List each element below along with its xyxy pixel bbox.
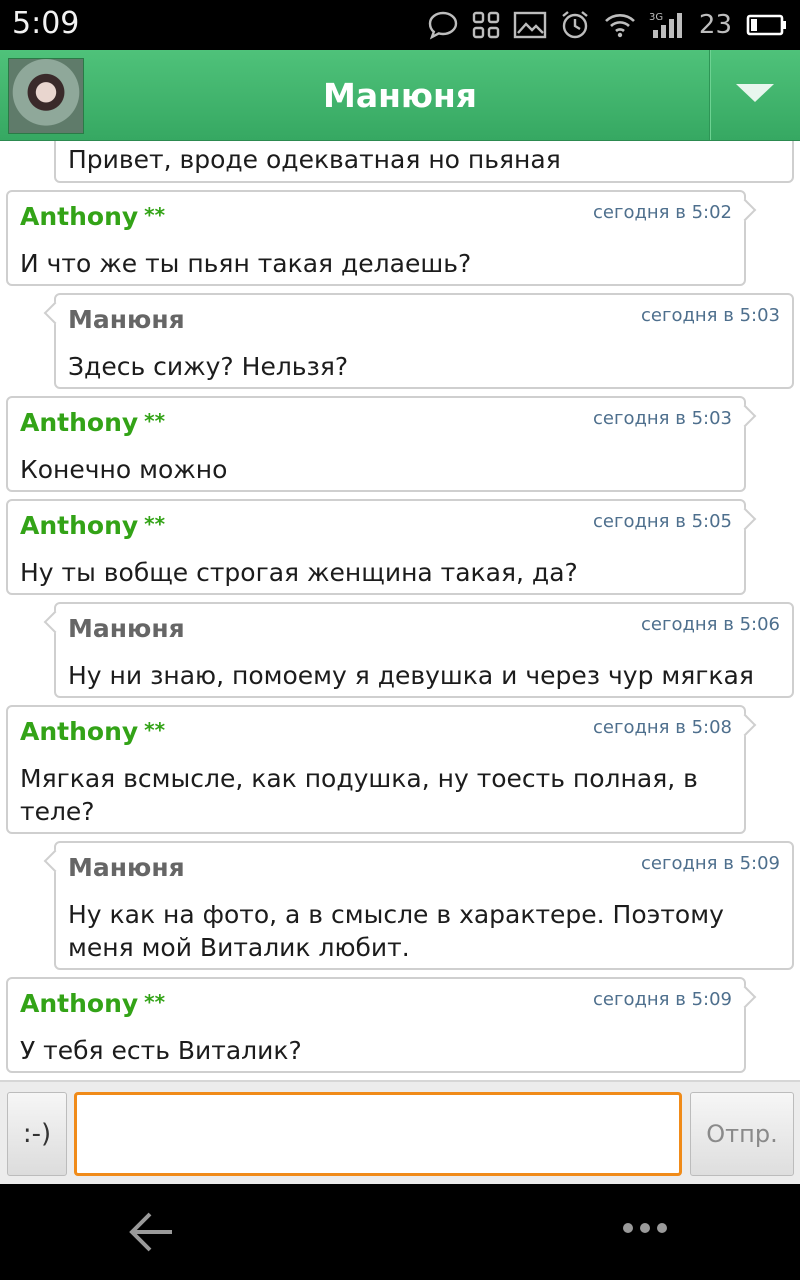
- bubble-tail: [43, 849, 67, 873]
- battery-percent: 23: [698, 10, 732, 40]
- send-button[interactable]: Отпр.: [690, 1092, 794, 1176]
- alarm-icon: [559, 9, 591, 41]
- chat-header: Манюня: [0, 50, 800, 141]
- message-text: Ну ни знаю, помоему я девушка и через чу…: [68, 661, 754, 690]
- message-text: Мягкая всмысле, как подушка, ну тоесть п…: [20, 764, 698, 826]
- bubble-tail: [733, 985, 757, 1009]
- message-input[interactable]: [74, 1092, 682, 1176]
- message-list[interactable]: Привет, вроде одекватная но пьяная Antho…: [0, 141, 800, 1081]
- wifi-icon: [603, 11, 637, 39]
- sender-name: Anthony **: [20, 511, 166, 540]
- sender-name: Манюня: [68, 614, 185, 643]
- message-text: У тебя есть Виталик?: [20, 1036, 302, 1065]
- bubble-tail: [43, 610, 67, 634]
- smiley-button[interactable]: :-): [7, 1092, 67, 1176]
- message-text: И что же ты пьян такая делаешь?: [20, 249, 472, 278]
- message-bubble: Anthony ** сегодня в 5:02 И что же ты пья…: [6, 190, 757, 286]
- message-text: Ну как на фото, а в смысле в характере. …: [68, 900, 724, 962]
- navigation-bar: [0, 1184, 800, 1280]
- message-compose-bar: :-) Отпр.: [0, 1080, 800, 1186]
- message-bubble: Привет, вроде одекватная но пьяная: [54, 141, 794, 183]
- message-bubble: Манюня сегодня в 5:09 Ну как на фото, а …: [43, 841, 794, 970]
- back-arrow-icon[interactable]: [126, 1208, 178, 1260]
- sender-name: Anthony **: [20, 408, 166, 437]
- sender-name: Манюня: [68, 305, 185, 334]
- message-bubble: Манюня сегодня в 5:06 Ну ни знаю, помоем…: [43, 602, 794, 698]
- more-dots-icon[interactable]: [620, 1220, 670, 1240]
- message-bubble: Манюня сегодня в 5:03 Здесь сижу? Нельзя…: [43, 293, 794, 389]
- bubble-tail: [733, 198, 757, 222]
- sender-name: Anthony **: [20, 717, 166, 746]
- bubble-tail: [733, 404, 757, 428]
- message-text: Здесь сижу? Нельзя?: [68, 352, 349, 381]
- sender-name: Anthony **: [20, 989, 166, 1018]
- message-time: сегодня в 5:03: [593, 408, 732, 429]
- sender-badge: **: [144, 409, 166, 433]
- grid-icon: [471, 10, 501, 40]
- message-text: Конечно можно: [20, 455, 228, 484]
- sender-badge: **: [144, 718, 166, 742]
- sender-badge: **: [144, 512, 166, 536]
- sender-name: Anthony **: [20, 202, 166, 231]
- header-menu-button[interactable]: [709, 50, 800, 140]
- message-time: сегодня в 5:08: [593, 717, 732, 738]
- bubble-tail: [43, 301, 67, 325]
- message-text: Ну ты вобще строгая женщина такая, да?: [20, 558, 578, 587]
- message-time: сегодня в 5:02: [593, 202, 732, 223]
- message-time: сегодня в 5:05: [593, 511, 732, 532]
- battery-icon: [746, 13, 788, 37]
- sender-name: Манюня: [68, 853, 185, 882]
- message-time: сегодня в 5:09: [593, 989, 732, 1010]
- message-time: сегодня в 5:09: [641, 853, 780, 874]
- bubble-tail: [733, 507, 757, 531]
- network-type-label: 3G: [649, 12, 663, 23]
- message-time: сегодня в 5:06: [641, 614, 780, 635]
- message-bubble: Anthony ** сегодня в 5:09 У тебя есть Вит…: [6, 977, 757, 1073]
- page-title: Манюня: [323, 76, 477, 115]
- status-icons: 3G 23: [427, 8, 788, 42]
- bubble-tail: [733, 713, 757, 737]
- sender-badge: **: [144, 990, 166, 1014]
- status-time: 5:09: [12, 6, 80, 41]
- message-bubble: Anthony ** сегодня в 5:08 Мягкая всмысле,…: [6, 705, 757, 834]
- dropdown-triangle-icon: [734, 82, 776, 108]
- image-icon: [513, 11, 547, 39]
- sender-badge: **: [144, 203, 166, 227]
- message-bubble: Anthony ** сегодня в 5:03 Конечно можно: [6, 396, 757, 492]
- message-bubble: Anthony ** сегодня в 5:05 Ну ты вобще стр…: [6, 499, 757, 595]
- message-text: Привет, вроде одекватная но пьяная: [68, 145, 561, 174]
- chat-bubble-icon: [427, 10, 459, 40]
- message-time: сегодня в 5:03: [641, 305, 780, 326]
- signal-icon: 3G: [649, 10, 687, 40]
- status-bar: 5:09 3G 23: [0, 0, 800, 50]
